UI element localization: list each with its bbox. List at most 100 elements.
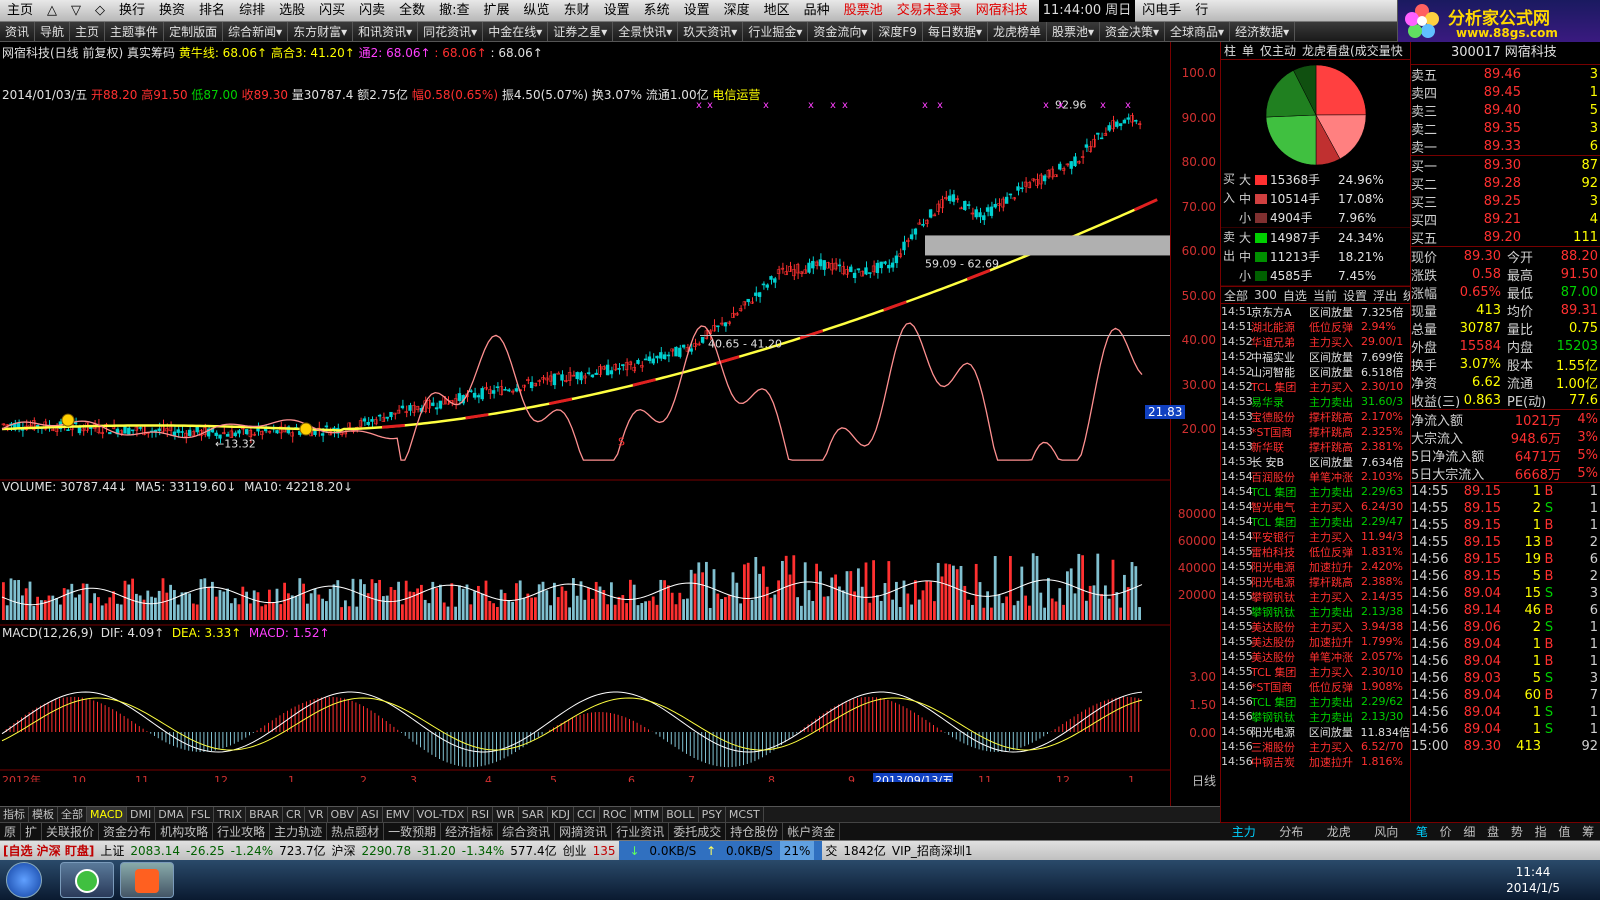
- menu-item-6[interactable]: 排名: [192, 0, 232, 22]
- quote-bottom-tab-6[interactable]: 值: [1553, 823, 1577, 840]
- flow-row[interactable]: 14:52 中福实业 区间放量 7.699倍: [1221, 349, 1410, 364]
- quote-bottom-tab-7[interactable]: 筹: [1576, 823, 1600, 840]
- menu-item-23[interactable]: 交易未登录: [890, 0, 969, 22]
- toolbar-item-12[interactable]: 玖天资讯▾: [678, 21, 744, 42]
- quote-bottom-tab-0[interactable]: 笔: [1410, 823, 1434, 840]
- toolbar-item-13[interactable]: 行业掘金▾: [743, 21, 809, 42]
- toolbar-item-19[interactable]: 资金决策▾: [1100, 21, 1166, 42]
- mid-tab-2[interactable]: 仅主动: [1257, 42, 1299, 59]
- mid-tab-3[interactable]: 龙虎看盘(成交量快: [1299, 42, 1406, 59]
- filter-tab-1[interactable]: 300: [1251, 288, 1280, 302]
- flow-row[interactable]: 14:52 山河智能 区间放量 6.518倍: [1221, 364, 1410, 379]
- toolbar-item-2[interactable]: 主页: [70, 21, 106, 42]
- function-tab-12[interactable]: 行业资讯: [612, 822, 670, 841]
- menu-item-20[interactable]: 地区: [757, 0, 797, 22]
- flow-row[interactable]: 14:53 新华联 撑杆跳高 2.381%: [1221, 439, 1410, 454]
- toolbar-item-1[interactable]: 导航: [35, 21, 71, 42]
- function-tab-15[interactable]: 帐户资金: [783, 822, 841, 841]
- menu-item-10[interactable]: 闪卖: [352, 0, 392, 22]
- flow-row[interactable]: 14:55 美达股份 单笔冲涨 2.057%: [1221, 649, 1410, 664]
- toolbar-item-14[interactable]: 资金流向▾: [808, 21, 874, 42]
- filter-tab-5[interactable]: 浮出: [1370, 287, 1400, 304]
- function-tab-10[interactable]: 综合资讯: [498, 822, 556, 841]
- ask-row[interactable]: 卖三 89.40 5: [1411, 101, 1600, 120]
- indicator-tab-9[interactable]: CR: [283, 806, 306, 823]
- mid-bottom-tab-2[interactable]: 龙虎: [1315, 823, 1363, 840]
- function-tab-0[interactable]: 原: [0, 822, 22, 841]
- function-tab-14[interactable]: 持仓股份: [726, 822, 784, 841]
- toolbar-item-11[interactable]: 全景快讯▾: [613, 21, 679, 42]
- menu-item-17[interactable]: 系统: [637, 0, 677, 22]
- flow-row[interactable]: 14:55 美达股份 加速拉升 1.799%: [1221, 634, 1410, 649]
- toolbar-item-16[interactable]: 每日数据▾: [923, 21, 988, 42]
- flow-row[interactable]: 14:54 智光电气 主力买入 6.24/30: [1221, 499, 1410, 514]
- flow-row[interactable]: 14:56 三湘股份 主力买入 6.52/70: [1221, 739, 1410, 754]
- flow-row[interactable]: 14:56 阳光电源 区间放量 11.834倍: [1221, 724, 1410, 739]
- menu-item-16[interactable]: 设置: [597, 0, 637, 22]
- menu-right-item-1[interactable]: 行: [1188, 0, 1215, 22]
- toolbar-item-6[interactable]: 东方财富▾: [288, 21, 354, 42]
- flow-row[interactable]: 14:54 百润股份 单笔冲涨 2.103%: [1221, 469, 1410, 484]
- indicator-tab-16[interactable]: WR: [493, 806, 519, 823]
- toolbar-item-18[interactable]: 股票池▾: [1047, 21, 1101, 42]
- bid-row[interactable]: 买二 89.28 92: [1411, 174, 1600, 193]
- toolbar-item-20[interactable]: 全球商品▾: [1165, 21, 1231, 42]
- menu-item-9[interactable]: 闪买: [312, 0, 352, 22]
- quote-bottom-tab-1[interactable]: 价: [1434, 823, 1458, 840]
- kline-chart[interactable]: 59.09 - 62.6940.65 - 41.2092.96←13.32 Sx x…: [0, 42, 1170, 782]
- flow-row[interactable]: 14:53 长 安B 区间放量 7.634倍: [1221, 454, 1410, 469]
- function-tab-13[interactable]: 委托成交: [669, 822, 727, 841]
- indicator-tab-20[interactable]: ROC: [600, 806, 631, 823]
- menu-item-11[interactable]: 全数: [392, 0, 432, 22]
- quote-bottom-tab-4[interactable]: 势: [1505, 823, 1529, 840]
- bid-row[interactable]: 买一 89.30 87: [1411, 156, 1600, 175]
- toolbar-item-3[interactable]: 主题事件: [105, 21, 165, 42]
- indicator-tab-18[interactable]: KDJ: [548, 806, 574, 823]
- toolbar-item-0[interactable]: 资讯: [0, 21, 36, 42]
- toolbar-item-7[interactable]: 和讯资讯▾: [353, 21, 419, 42]
- menu-item-13[interactable]: 扩展: [477, 0, 517, 22]
- menu-item-12[interactable]: 撤:查: [432, 0, 476, 22]
- indicator-tab-10[interactable]: VR: [305, 806, 328, 823]
- ask-row[interactable]: 卖五 89.46 3: [1411, 65, 1600, 84]
- status-prefix[interactable]: [自选 沪深 盯盘]: [0, 841, 97, 861]
- period-label[interactable]: 日线: [1192, 772, 1216, 789]
- indicator-tab-21[interactable]: MTM: [631, 806, 664, 823]
- toolbar-item-17[interactable]: 龙虎榜单: [988, 21, 1047, 42]
- function-tab-1[interactable]: 扩: [21, 822, 43, 841]
- indicator-tab-3[interactable]: MACD: [87, 806, 127, 823]
- menu-item-5[interactable]: 换资: [152, 0, 192, 22]
- toolbar-item-10[interactable]: 证券之星▾: [548, 21, 614, 42]
- flow-row[interactable]: 14:52 华谊兄弟 主力买入 29.00/1: [1221, 334, 1410, 349]
- flow-row[interactable]: 14:56 中钢吉炭 加速拉升 1.816%: [1221, 754, 1410, 769]
- indicator-tab-13[interactable]: EMV: [383, 806, 414, 823]
- menu-item-4[interactable]: 换行: [112, 0, 152, 22]
- filter-tab-0[interactable]: 全部: [1221, 287, 1251, 304]
- bid-row[interactable]: 买三 89.25 3: [1411, 192, 1600, 211]
- indicator-tab-22[interactable]: BOLL: [663, 806, 699, 823]
- function-tab-6[interactable]: 主力轨迹: [270, 822, 328, 841]
- start-button-icon[interactable]: [6, 862, 42, 898]
- flow-row[interactable]: 14:56 TCL 集团 主力卖出 2.29/62: [1221, 694, 1410, 709]
- flow-row[interactable]: 14:53 易华录 主力卖出 31.60/3: [1221, 394, 1410, 409]
- toolbar-item-15[interactable]: 深度F9: [873, 21, 923, 42]
- filter-tab-3[interactable]: 当前: [1310, 287, 1340, 304]
- menu-item-15[interactable]: 东财: [557, 0, 597, 22]
- function-tab-5[interactable]: 行业攻略: [213, 822, 271, 841]
- menu-item-7[interactable]: 综排: [232, 0, 272, 22]
- indicator-tab-1[interactable]: 模板: [29, 806, 58, 823]
- ask-row[interactable]: 卖四 89.45 1: [1411, 83, 1600, 102]
- flow-row[interactable]: 14:54 平安银行 主力买入 11.94/3: [1221, 529, 1410, 544]
- indicator-tab-2[interactable]: 全部: [58, 806, 87, 823]
- menu-item-1[interactable]: △: [40, 0, 64, 22]
- indicator-tab-23[interactable]: PSY: [699, 806, 726, 823]
- indicator-tab-0[interactable]: 指标: [0, 806, 29, 823]
- flow-row[interactable]: 14:55 攀钢钒钛 主力卖出 2.13/38: [1221, 604, 1410, 619]
- indicator-tab-12[interactable]: ASI: [358, 806, 383, 823]
- menu-item-8[interactable]: 选股: [272, 0, 312, 22]
- function-tab-2[interactable]: 关联报价: [42, 822, 100, 841]
- function-tab-9[interactable]: 经济指标: [441, 822, 499, 841]
- flow-row[interactable]: 14:55 雷柏科技 低位反弹 1.831%: [1221, 544, 1410, 559]
- menu-item-19[interactable]: 深度: [717, 0, 757, 22]
- indicator-tab-4[interactable]: DMI: [127, 806, 156, 823]
